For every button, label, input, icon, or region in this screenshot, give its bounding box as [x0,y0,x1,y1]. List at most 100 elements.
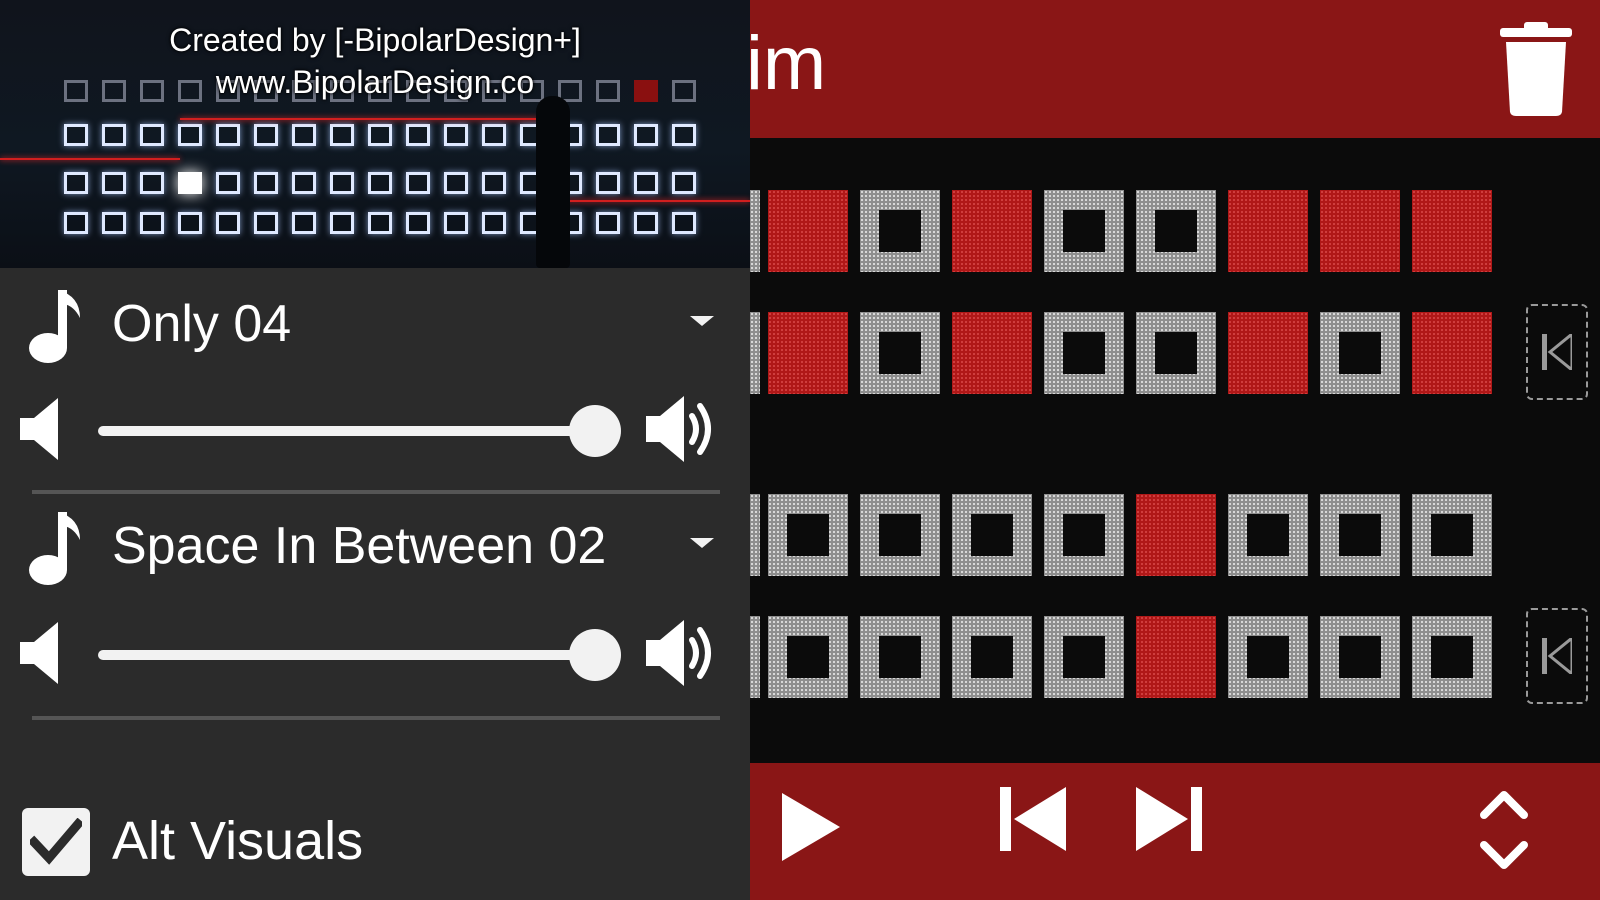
led-panel [102,212,126,234]
grid-cell-inactive[interactable] [1412,616,1492,698]
grid-cell-active[interactable] [768,190,848,272]
grid-row [750,190,1600,272]
grid-cell-inactive[interactable] [860,312,940,394]
jump-to-start-icon[interactable] [1526,608,1588,704]
grid-cell-partial[interactable] [750,312,760,394]
credit-text: Created by [-BipolarDesign+] [169,22,581,58]
grid-cell-inactive[interactable] [952,616,1032,698]
led-panel [102,172,126,194]
led-panel [406,124,430,146]
led-panel [368,212,392,234]
led-panel [64,172,88,194]
grid-cell-inactive[interactable] [1044,494,1124,576]
led-panel [672,212,696,234]
led-panel [596,124,620,146]
led-panel [634,124,658,146]
led-panel [444,172,468,194]
led-panel [330,212,354,234]
volume-low-icon [20,398,58,460]
website-text: www.BipolarDesign.co [215,64,535,100]
grid-cell-partial[interactable] [750,494,760,576]
grid-cell-inactive[interactable] [768,616,848,698]
laser-line [180,118,540,120]
grid-cell-active[interactable] [1320,190,1400,272]
divider [32,716,720,720]
led-panel [140,172,164,194]
led-panel [216,124,240,146]
dropdown-caret-icon[interactable] [690,316,714,326]
trash-icon[interactable] [1500,22,1572,116]
led-panel [216,172,240,194]
led-panel [254,212,278,234]
led-panel [596,172,620,194]
grid-cell-inactive[interactable] [1320,494,1400,576]
step-grid [750,138,1600,763]
volume-slider-thumb[interactable] [568,405,621,457]
led-panel [596,212,620,234]
grid-cell-active[interactable] [952,190,1032,272]
jump-to-start-icon[interactable] [1526,304,1588,400]
grid-cell-inactive[interactable] [768,494,848,576]
volume-slider-thumb[interactable] [568,629,621,681]
skip-next-icon[interactable] [1136,787,1202,851]
play-icon[interactable] [782,793,840,861]
led-panel [482,124,506,146]
track-name: Only 04 [112,295,292,353]
volume-slider-track[interactable] [98,426,610,436]
grid-cell-active[interactable] [1412,190,1492,272]
grid-cell-inactive[interactable] [860,494,940,576]
track-selector-2[interactable]: Space In Between 02 [0,500,750,600]
led-panel [482,212,506,234]
grid-cell-active[interactable] [1412,312,1492,394]
grid-cell-inactive[interactable] [1136,190,1216,272]
laser-line [540,200,750,202]
volume-low-icon [20,622,58,684]
check-icon [30,818,82,865]
music-note-icon [29,290,80,363]
grid-cell-inactive[interactable] [1044,190,1124,272]
alt-visuals-checkbox[interactable] [22,808,90,876]
grid-cell-inactive[interactable] [1320,312,1400,394]
sequencer-screen: im [750,0,1600,900]
grid-cell-active[interactable] [1228,312,1308,394]
alt-visuals-option[interactable]: Alt Visuals [0,782,750,882]
grid-cell-partial[interactable] [750,190,760,272]
grid-cell-active[interactable] [1136,494,1216,576]
grid-cell-inactive[interactable] [860,616,940,698]
led-panel [482,172,506,194]
led-panel [406,172,430,194]
grid-cell-inactive[interactable] [952,494,1032,576]
dropdown-caret-icon[interactable] [690,538,714,548]
track-selector-1[interactable]: Only 04 [0,278,750,378]
led-panel [178,124,202,146]
grid-cell-inactive[interactable] [1136,312,1216,394]
volume-slider-track[interactable] [98,650,610,660]
led-panel [140,212,164,234]
expand-collapse-icon[interactable] [1480,787,1528,873]
skip-previous-icon[interactable] [1000,787,1066,851]
grid-cell-active[interactable] [1228,190,1308,272]
grid-cell-active[interactable] [768,312,848,394]
volume-row-1 [0,386,750,476]
grid-cell-inactive[interactable] [1044,312,1124,394]
transport-bar [750,763,1600,900]
grid-cell-inactive[interactable] [1228,616,1308,698]
grid-row [750,312,1600,394]
led-panel [102,124,126,146]
grid-cell-inactive[interactable] [860,190,940,272]
led-panel [178,172,202,194]
grid-cell-inactive[interactable] [1228,494,1308,576]
led-panel [406,212,430,234]
grid-cell-active[interactable] [952,312,1032,394]
grid-cell-inactive[interactable] [1320,616,1400,698]
grid-cell-inactive[interactable] [1412,494,1492,576]
grid-cell-inactive[interactable] [1044,616,1124,698]
led-panel [64,124,88,146]
grid-cell-active[interactable] [1136,616,1216,698]
led-panel [368,124,392,146]
led-panel [254,124,278,146]
volume-high-icon [646,620,711,686]
volume-row-2 [0,610,750,700]
grid-row [750,616,1600,698]
grid-cell-partial[interactable] [750,616,760,698]
